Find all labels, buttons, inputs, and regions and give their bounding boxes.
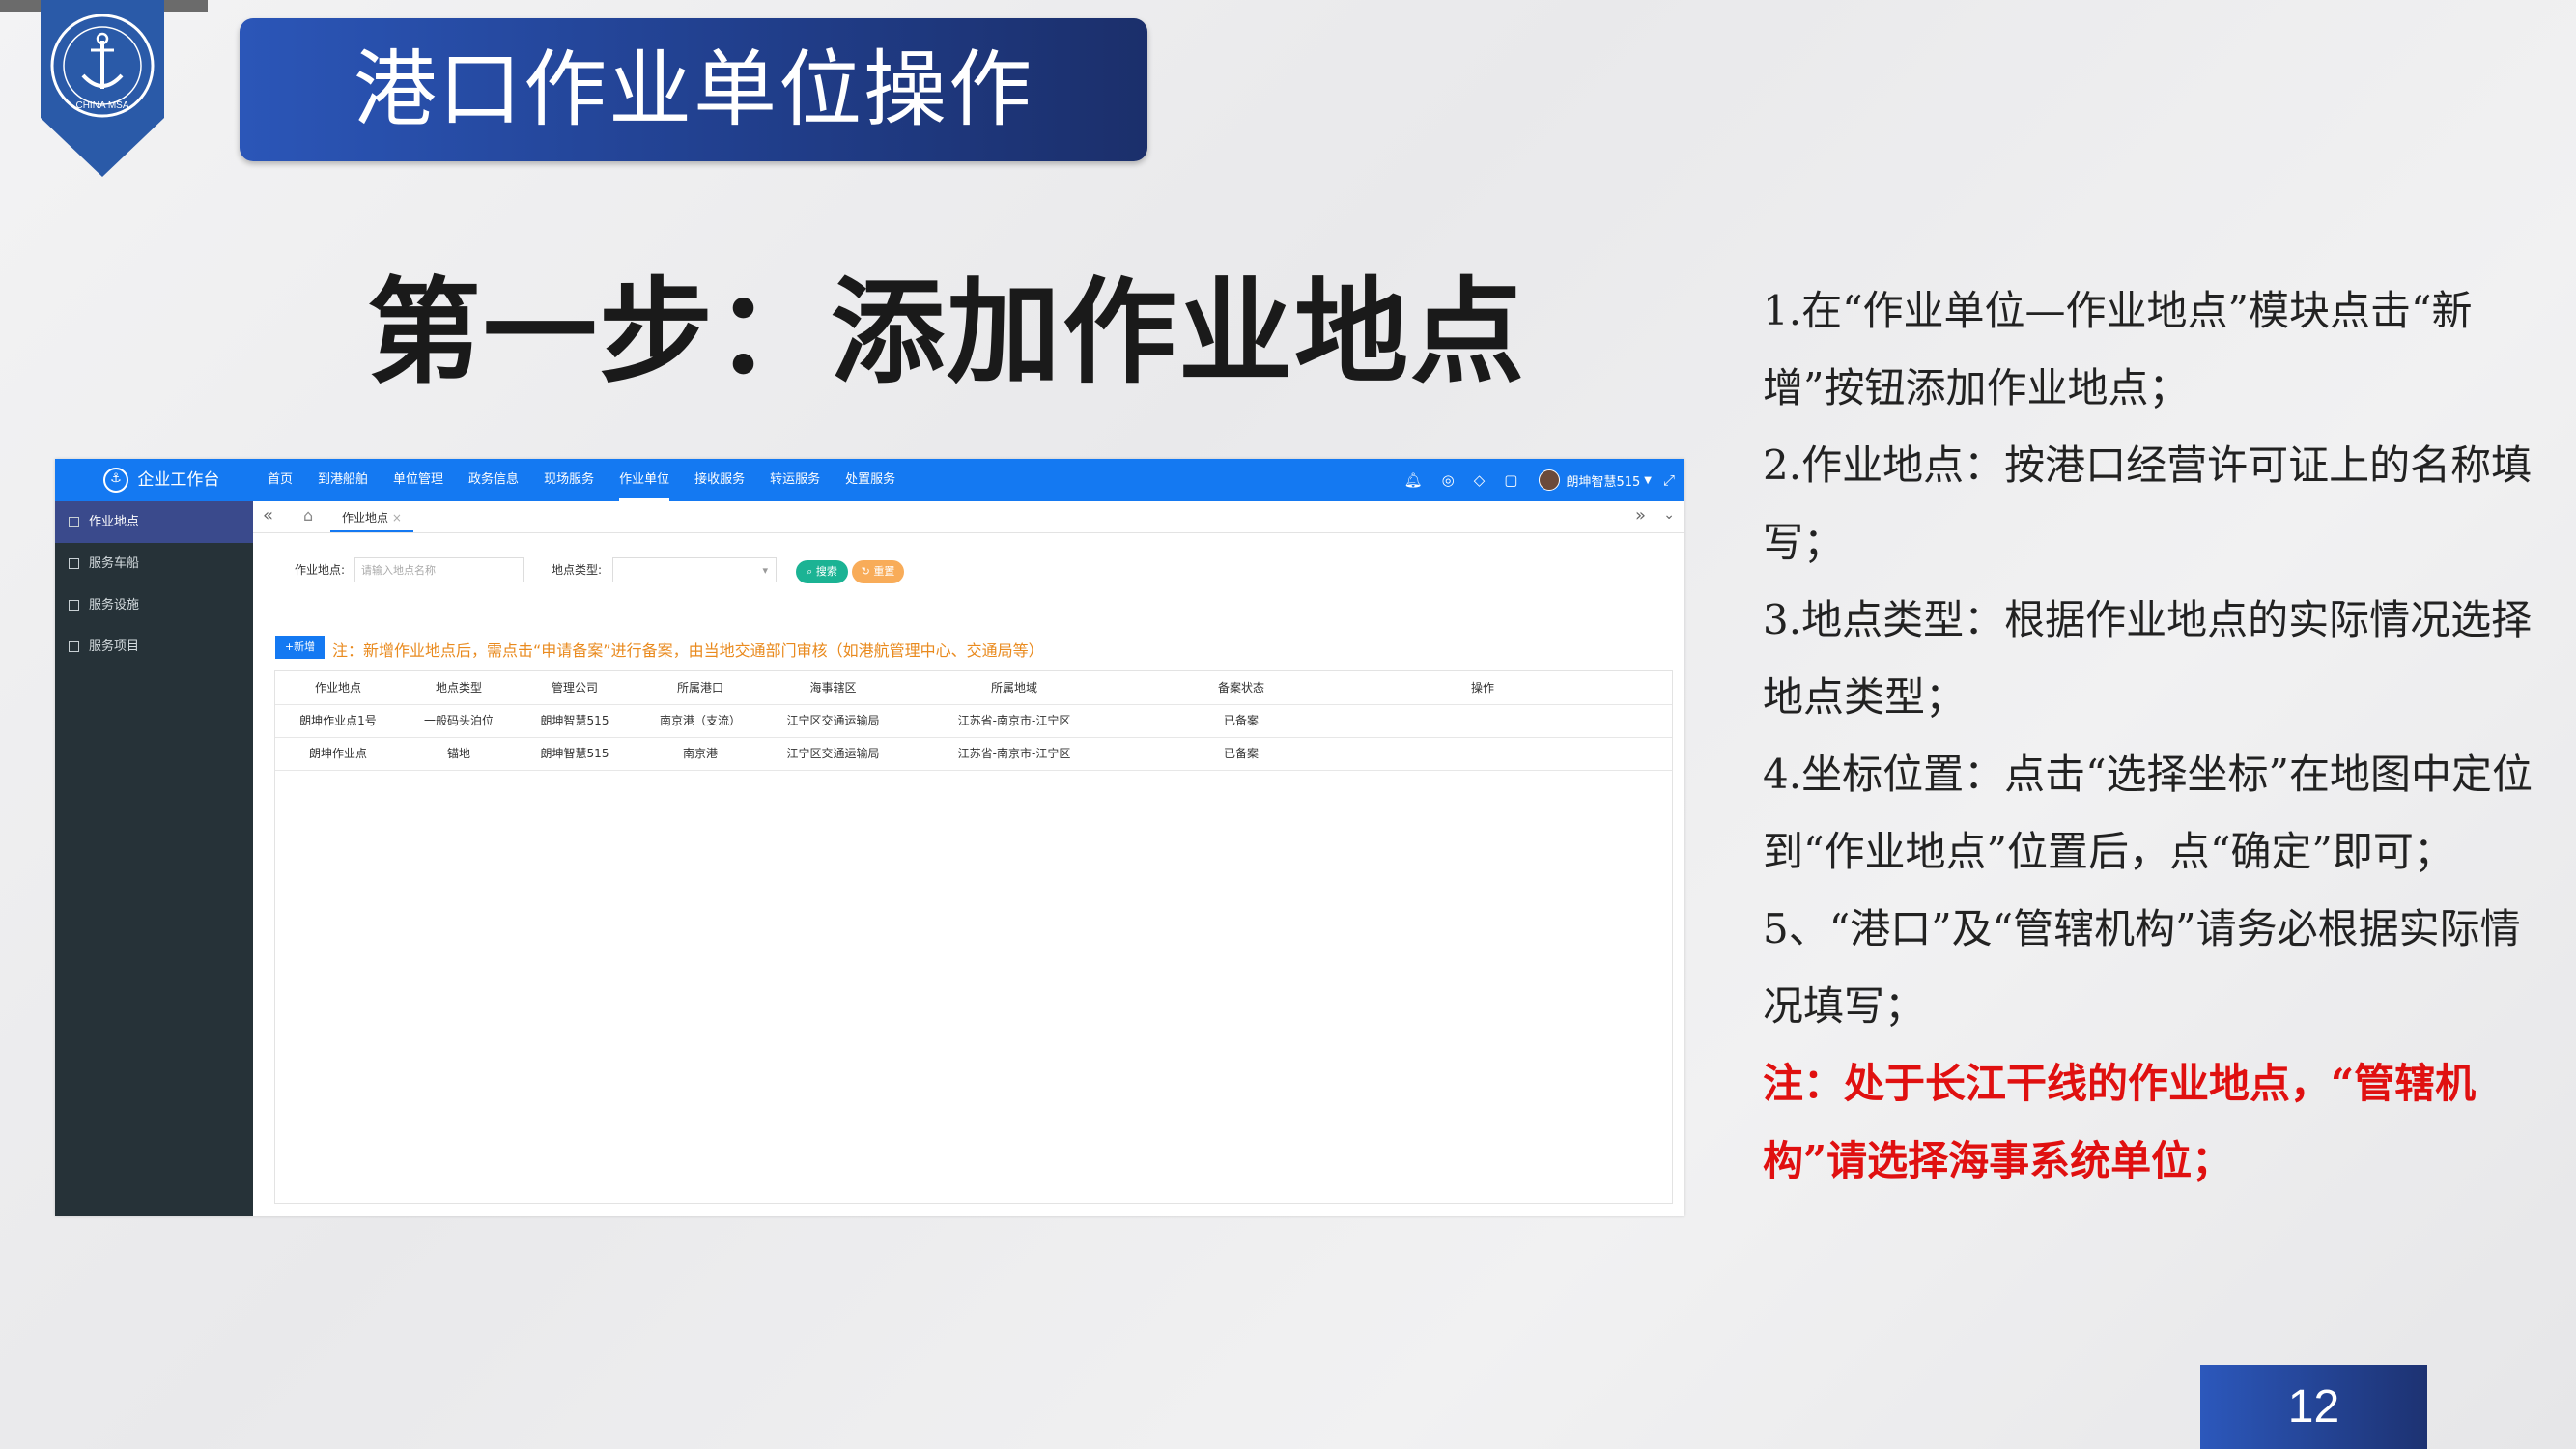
column-header: 所属地域 [990,681,1037,695]
menu-item-receive[interactable]: 接收服务 [694,459,745,501]
type-filter-label: 地点类型: [552,563,603,577]
square-icon [69,600,79,611]
message-icon[interactable]: ◎ [1442,471,1455,489]
table-cell: 朗坤智慧515 [540,714,609,727]
table-cell: 朗坤作业点1号 [299,714,377,727]
slide-title: 港口作业单位操作 [354,42,1033,138]
table-cell [1352,704,1613,737]
table-cell: 已备案 [1223,747,1259,760]
notice-text: 注：新增作业地点后，需点击“申请备案”进行备案，由当地交通部门审核（如港航管理中… [332,641,1044,660]
main-menu: 首页 到港船舶 单位管理 政务信息 现场服务 作业单位 接收服务 转运服务 处置… [268,459,920,501]
top-navbar: ⚓ 企业工作台 首页 到港船舶 单位管理 政务信息 现场服务 作业单位 接收服务… [55,459,1684,501]
scroll-left-icon[interactable]: « [263,505,273,526]
close-icon[interactable]: × [392,511,402,525]
tab-work-location[interactable]: 作业地点 × [330,505,413,532]
scroll-right-icon[interactable]: » [1635,505,1646,526]
svg-text:CHINA MSA: CHINA MSA [75,100,128,111]
table-cell: 南京港 [682,747,718,760]
menu-item-disposal[interactable]: 处置服务 [845,459,895,501]
app-logo[interactable]: ⚓ 企业工作台 [103,459,219,501]
location-search-input[interactable]: 请输入地点名称 [354,557,524,582]
type-select[interactable]: ▾ [612,557,777,582]
lock-icon[interactable]: ▢ [1504,471,1517,489]
menu-item-work-unit[interactable]: 作业单位 [619,459,670,501]
menu-item-unit-mgmt[interactable]: 单位管理 [393,459,443,501]
tag-icon[interactable]: ◇ [1474,471,1486,489]
chevron-down-icon: ▾ [762,564,768,577]
bell-icon[interactable]: 🔔︎ [1404,471,1423,489]
instruction-item: 4.坐标位置：点击“选择坐标”在地图中定位到“作业地点”位置后，点“确定”即可； [1763,751,2534,875]
fullscreen-icon[interactable]: ⤢ [1663,471,1675,489]
column-header: 操作 [1470,681,1494,695]
column-header: 海事辖区 [809,681,857,695]
location-table: 作业地点 地点类型 管理公司 所属港口 海事辖区 所属地域 备案状态 操作 朗坤… [274,670,1673,1204]
column-header: 作业地点 [314,681,361,695]
table-cell: 南京港（支流） [659,714,741,727]
table-row[interactable]: 朗坤作业点1号 一般码头泊位 朗坤智慧515 南京港（支流） 江宁区交通运输局 … [275,704,1672,738]
page-number: 12 [2200,1365,2427,1449]
slide-title-box: 港口作业单位操作 [240,18,1147,161]
instruction-item: 5、“港口”及“管辖机构”请务必根据实际情况填写； [1763,905,2521,1030]
table-cell: 锚地 [446,747,470,760]
search-button[interactable]: ⌕ 搜索 [796,560,848,583]
user-name[interactable]: 朗坤智慧515 [1566,471,1640,490]
table-cell: 朗坤智慧515 [540,747,609,760]
table-cell: 朗坤作业点 [308,747,367,760]
instruction-item: 3.地点类型：根据作业地点的实际情况选择地点类型； [1763,596,2533,721]
sidebar-item-projects[interactable]: 服务项目 [55,626,253,668]
sidebar-item-label: 服务车船 [89,556,140,571]
logo-label: 企业工作台 [137,470,220,490]
sidebar-item-label: 作业地点 [89,515,140,529]
menu-item-onsite[interactable]: 现场服务 [544,459,594,501]
step-title: 第一步：添加作业地点 [367,265,1527,399]
sidebar-item-label: 服务设施 [89,598,140,612]
search-icon: ⌕ [807,565,813,578]
menu-item-ships[interactable]: 到港船舶 [318,459,368,501]
column-header: 所属港口 [676,681,723,695]
menu-item-transfer[interactable]: 转运服务 [770,459,820,501]
home-icon[interactable]: ⌂ [303,506,313,525]
column-header: 备案状态 [1217,681,1264,695]
sidebar-item-facilities[interactable]: 服务设施 [55,584,253,626]
sidebar: 作业地点 服务车船 服务设施 服务项目 [55,501,253,1216]
location-filter-label: 作业地点: [295,563,346,577]
instruction-note: 注：处于长江干线的作业地点，“管辖机构”请选择海事系统单位； [1763,1060,2477,1184]
table-row[interactable]: 朗坤作业点 锚地 朗坤智慧515 南京港 江宁区交通运输局 江苏省-南京市-江宁… [275,737,1672,771]
reset-button[interactable]: ↻ 重置 [852,560,904,583]
table-cell: 江宁区交通运输局 [786,747,880,760]
tab-bar: « ⌂ 作业地点 × » ⌄ [253,501,1684,533]
app-screenshot: ⚓ 企业工作台 首页 到港船舶 单位管理 政务信息 现场服务 作业单位 接收服务… [55,459,1684,1216]
instruction-list: 1.在“作业单位—作业地点”模块点击“新增”按钮添加作业地点； 2.作业地点：按… [1763,272,2535,1200]
table-cell: 一般码头泊位 [423,714,494,727]
table-cell: 江宁区交通运输局 [786,714,880,727]
table-cell [1352,737,1613,770]
chevron-down-icon[interactable]: ⌄ [1663,507,1675,523]
menu-item-home[interactable]: 首页 [268,459,293,501]
add-button[interactable]: +新增 [275,636,325,659]
anchor-icon: ⚓ [103,468,128,493]
square-icon [69,558,79,569]
refresh-icon: ↻ [861,565,870,578]
navbar-tools: 🔔︎ ◎ ◇ ▢ 朗坤智慧515 ▼ ⤢ [1385,459,1675,501]
sidebar-item-work-location[interactable]: 作业地点 [55,501,253,543]
menu-item-gov-info[interactable]: 政务信息 [468,459,519,501]
sidebar-item-label: 服务项目 [89,639,140,654]
table-header: 作业地点 地点类型 管理公司 所属港口 海事辖区 所属地域 备案状态 操作 [275,671,1672,705]
square-icon [69,641,79,652]
instruction-item: 1.在“作业单位—作业地点”模块点击“新增”按钮添加作业地点； [1763,287,2473,412]
square-icon [69,517,79,527]
avatar[interactable] [1539,469,1561,491]
table-cell: 江苏省-南京市-江宁区 [957,747,1071,760]
column-header: 地点类型 [435,681,482,695]
table-cell: 江苏省-南京市-江宁区 [957,714,1071,727]
plus-icon: + [284,640,295,653]
column-header: 管理公司 [551,681,598,695]
chevron-down-icon[interactable]: ▼ [1644,475,1652,486]
instruction-item: 2.作业地点：按港口经营许可证上的名称填写； [1763,441,2533,566]
sidebar-item-vessels[interactable]: 服务车船 [55,543,253,584]
table-cell: 已备案 [1223,714,1259,727]
china-msa-emblem: CHINA MSA [41,0,164,177]
tab-label: 作业地点 [342,511,389,525]
